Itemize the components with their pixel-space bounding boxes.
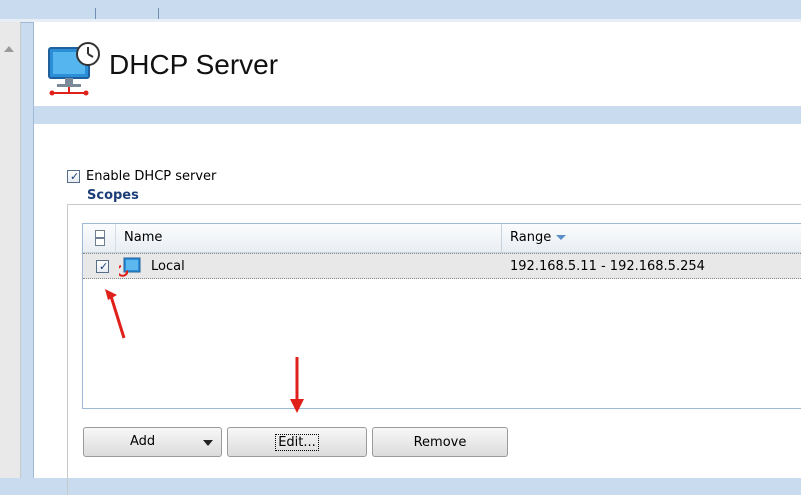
row-name: Local [151, 259, 185, 274]
page-title: DHCP Server [109, 49, 279, 80]
column-header-range[interactable]: Range [510, 230, 567, 245]
dhcp-monitor-icon [48, 42, 100, 96]
page-header: DHCP Server [34, 22, 801, 106]
remove-button-label: Remove [413, 434, 467, 450]
enable-dhcp-row[interactable]: ✓ Enable DHCP server [67, 169, 216, 184]
annotation-arrow-checkbox-icon [105, 289, 126, 339]
table-row[interactable]: ✓ Local 192.168.5.11 - 192.168.5.254 [83, 253, 801, 279]
add-button-label: Add [130, 434, 156, 449]
column-header-name[interactable]: Name [124, 230, 162, 245]
dropdown-caret-icon[interactable] [203, 440, 213, 446]
row-checkbox[interactable]: ✓ [96, 260, 109, 273]
scroll-up-arrow-icon[interactable] [4, 46, 14, 52]
select-all-checkbox-icon[interactable] [95, 230, 105, 246]
dhcp-server-panel: DHCP Server ✓ Enable DHCP server Scopes … [33, 22, 801, 495]
enable-dhcp-checkbox[interactable]: ✓ [67, 170, 80, 183]
header-separator-band [34, 106, 801, 124]
add-button[interactable]: Add [83, 427, 222, 457]
scopes-grid: Name Range ✓ Local 192.168.5.11 - 192.16… [82, 223, 801, 409]
checkmark-icon: ✓ [70, 170, 80, 183]
vertical-scrollbar[interactable] [0, 22, 21, 478]
sort-descending-icon [556, 235, 567, 240]
checkmark-icon: ✓ [99, 260, 109, 273]
scopes-legend: Scopes [84, 188, 142, 203]
column-separator [501, 224, 502, 252]
edit-button[interactable]: Edit... [227, 427, 367, 457]
top-toolbar-strip [0, 0, 801, 23]
row-range: 192.168.5.11 - 192.168.5.254 [510, 259, 705, 274]
annotation-arrow-edit-icon [290, 357, 304, 413]
remove-button[interactable]: Remove [372, 427, 508, 457]
scope-network-icon [119, 257, 141, 277]
column-header-range-label: Range [510, 230, 552, 245]
edit-button-label: Edit... [275, 433, 319, 451]
column-separator [115, 224, 116, 252]
grid-header: Name Range [83, 224, 801, 253]
enable-dhcp-label: Enable DHCP server [86, 169, 217, 184]
